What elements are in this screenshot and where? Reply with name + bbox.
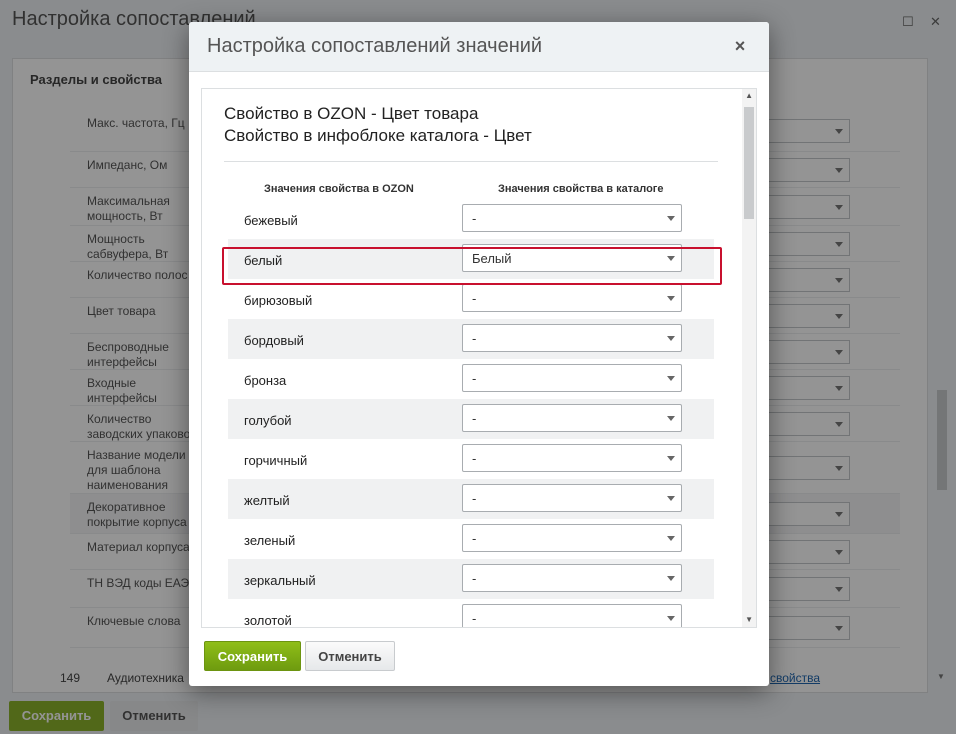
chevron-down-icon <box>667 496 675 501</box>
catalog-value-select[interactable]: - <box>462 404 682 432</box>
dialog-body: Свойство в OZON - Цвет товара Свойство в… <box>201 88 757 628</box>
chevron-down-icon <box>667 616 675 621</box>
caption-divider <box>224 161 718 162</box>
mapping-row: золотой - <box>228 599 714 628</box>
dialog-close-icon[interactable]: × <box>731 37 749 55</box>
catalog-value-selected: - <box>472 531 477 546</box>
dialog-title: Настройка сопоставлений значений <box>207 35 543 57</box>
mapping-row: зеленый - <box>228 519 714 559</box>
ozon-value-label: зеркальный <box>244 573 316 588</box>
mapping-row: бежевый - <box>228 199 714 239</box>
chevron-down-icon <box>667 576 675 581</box>
mapping-row: бордовый - <box>228 319 714 359</box>
ozon-value-label: бирюзовый <box>244 293 313 308</box>
catalog-value-select[interactable]: - <box>462 284 682 312</box>
save-button[interactable]: Сохранить <box>204 641 301 671</box>
dialog-scrollbar-thumb[interactable] <box>744 107 754 219</box>
mapping-dialog: Настройка сопоставлений значений × Свойс… <box>189 22 769 686</box>
mapping-row: бирюзовый - <box>228 279 714 319</box>
catalog-value-selected: - <box>472 491 477 506</box>
catalog-value-select[interactable]: - <box>462 444 682 472</box>
mapping-row: желтый - <box>228 479 714 519</box>
column-header-ozon: Значения свойства в OZON <box>264 183 414 195</box>
chevron-down-icon <box>667 536 675 541</box>
mapping-row: бронза - <box>228 359 714 399</box>
catalog-value-select[interactable]: - <box>462 524 682 552</box>
mapping-row: голубой - <box>228 399 714 439</box>
catalog-value-selected: - <box>472 571 477 586</box>
ozon-value-label: золотой <box>244 613 292 628</box>
catalog-value-select[interactable]: - <box>462 324 682 352</box>
dialog-header: Настройка сопоставлений значений × <box>189 22 769 72</box>
catalog-value-select[interactable]: - <box>462 364 682 392</box>
ozon-value-label: бронза <box>244 373 287 388</box>
catalog-value-select[interactable]: - <box>462 484 682 512</box>
chevron-down-icon <box>667 376 675 381</box>
ozon-value-label: зеленый <box>244 533 296 548</box>
chevron-down-icon <box>667 296 675 301</box>
chevron-down-icon <box>667 336 675 341</box>
chevron-down-icon <box>667 216 675 221</box>
chevron-down-icon <box>667 456 675 461</box>
catalog-value-selected: - <box>472 291 477 306</box>
catalog-value-selected: - <box>472 611 477 626</box>
ozon-property-caption: Свойство в OZON - Цвет товара <box>224 104 479 123</box>
catalog-value-selected: - <box>472 451 477 466</box>
catalog-property-caption: Свойство в инфоблоке каталога - Цвет <box>224 126 532 145</box>
catalog-value-selected: - <box>472 331 477 346</box>
catalog-value-selected: - <box>472 371 477 386</box>
column-header-catalog: Значения свойства в каталоге <box>498 183 664 195</box>
ozon-value-label: бежевый <box>244 213 298 228</box>
catalog-value-select[interactable]: - <box>462 564 682 592</box>
dialog-scroll-up-icon[interactable]: ▲ <box>745 91 753 100</box>
chevron-down-icon <box>667 416 675 421</box>
catalog-value-selected: - <box>472 211 477 226</box>
mapping-row: зеркальный - <box>228 559 714 599</box>
ozon-value-label: бордовый <box>244 333 304 348</box>
highlight-box <box>222 247 722 285</box>
catalog-value-select[interactable]: - <box>462 204 682 232</box>
ozon-value-label: голубой <box>244 413 292 428</box>
catalog-value-select[interactable]: - <box>462 604 682 627</box>
dialog-scroll-down-icon[interactable]: ▼ <box>745 615 753 624</box>
catalog-value-selected: - <box>472 411 477 426</box>
ozon-value-label: горчичный <box>244 453 308 468</box>
cancel-button[interactable]: Отменить <box>305 641 395 671</box>
mapping-row: горчичный - <box>228 439 714 479</box>
ozon-value-label: желтый <box>244 493 290 508</box>
